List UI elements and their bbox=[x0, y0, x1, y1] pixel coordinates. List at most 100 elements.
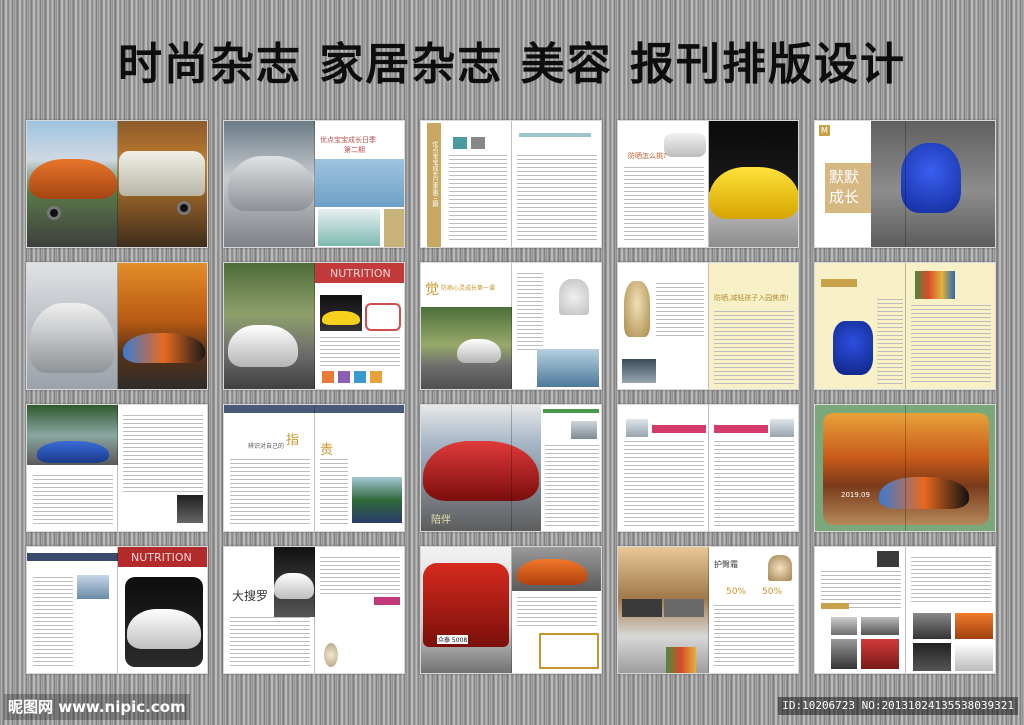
spread-heading-2: 责 bbox=[320, 443, 334, 458]
body-text bbox=[624, 167, 704, 243]
car-thumb-photo bbox=[622, 359, 656, 383]
wheel-icon bbox=[47, 206, 61, 220]
car-thumb-photo bbox=[626, 419, 648, 437]
spread-r2c4: 防晒,减轻孩子入园焦虑! bbox=[617, 262, 799, 390]
rule-bar bbox=[543, 409, 599, 413]
blue-car-shape bbox=[901, 143, 961, 213]
car-thumb-photo bbox=[861, 617, 899, 635]
site-logo[interactable]: 昵图网 www.nipic.com bbox=[4, 694, 190, 720]
body-text bbox=[320, 557, 400, 597]
spread-r4c2: 大搜罗 bbox=[223, 546, 405, 674]
body-text bbox=[230, 459, 310, 527]
body-text bbox=[911, 557, 991, 605]
body-text bbox=[656, 283, 704, 339]
lamp-photo bbox=[318, 209, 380, 246]
spread-heading: NUTRITION bbox=[330, 267, 391, 280]
issue-date: 2019.09 bbox=[841, 491, 870, 499]
spread-heading: 优点宝宝成长日季 bbox=[320, 136, 376, 144]
body-text bbox=[123, 415, 203, 495]
swatch bbox=[370, 371, 382, 383]
white-car-shape bbox=[127, 609, 201, 649]
accent-bar bbox=[384, 209, 404, 247]
spread-heading: 防晒,减轻孩子入园焦虑! bbox=[714, 294, 790, 302]
chandelier-icon bbox=[768, 555, 792, 581]
body-text bbox=[714, 441, 794, 527]
car-thumb-photo bbox=[770, 419, 794, 437]
body-text bbox=[517, 597, 597, 627]
landscape-photo bbox=[537, 349, 599, 387]
spread-heading: 指 bbox=[286, 433, 300, 448]
car-forest-photo bbox=[352, 477, 402, 523]
orange-car-shape bbox=[517, 559, 587, 585]
blue-car-photo bbox=[833, 321, 873, 375]
white-car-shape bbox=[228, 325, 298, 367]
car-thumb-photo bbox=[622, 599, 662, 617]
concept-car-shape bbox=[123, 333, 205, 363]
body-text bbox=[545, 445, 599, 527]
percent-1: 50% bbox=[726, 587, 747, 597]
car-thumb-photo bbox=[571, 421, 597, 439]
car-thumb-photo bbox=[831, 639, 857, 669]
heading-bar bbox=[652, 425, 706, 433]
lightbulb-icon bbox=[324, 643, 338, 667]
thumb-photo bbox=[453, 137, 467, 149]
body-text bbox=[33, 475, 113, 527]
blue-car-photo bbox=[315, 159, 404, 207]
car-thumb-photo bbox=[861, 639, 899, 669]
rule-bar bbox=[519, 133, 591, 137]
silver-car-shape bbox=[228, 156, 314, 211]
spread-heading: 陪伴 bbox=[431, 515, 451, 526]
white-car-shape bbox=[274, 573, 314, 599]
swatch bbox=[354, 371, 366, 383]
car-thumb-photo bbox=[955, 643, 993, 671]
wheel-icon bbox=[177, 201, 191, 215]
orange-car-shape bbox=[29, 159, 117, 199]
spread-r1c1 bbox=[26, 120, 208, 248]
yellow-car-shape bbox=[709, 167, 798, 219]
chandelier-icon bbox=[559, 279, 589, 315]
body-text bbox=[449, 155, 507, 243]
spread-r2c5 bbox=[814, 262, 996, 390]
spread-r3c2: 辨识对自己的 指 责 bbox=[223, 404, 405, 532]
spread-r3c5: 2019.09 bbox=[814, 404, 996, 532]
car-thumb-photo bbox=[913, 613, 951, 639]
body-text bbox=[230, 617, 310, 669]
spread-r3c3: 陪伴 bbox=[420, 404, 602, 532]
car-thumb-photo bbox=[955, 613, 993, 639]
product-jars-photo bbox=[666, 647, 696, 673]
spread-heading: 默默 成长 bbox=[829, 168, 860, 206]
white-suv-shape bbox=[119, 151, 205, 196]
car-thumb-photo bbox=[831, 617, 857, 635]
body-text bbox=[517, 155, 597, 243]
heading-bar bbox=[821, 603, 849, 609]
yellow-car-shape bbox=[322, 311, 360, 325]
blue-car-shape bbox=[37, 441, 109, 463]
car-thumb-photo bbox=[77, 575, 109, 599]
lamp-icon bbox=[624, 281, 650, 337]
spread-r4c4: 护臀霜 50% 50% bbox=[617, 546, 799, 674]
body-text bbox=[320, 337, 400, 367]
spread-r4c1: NUTRITION bbox=[26, 546, 208, 674]
swatch bbox=[338, 371, 350, 383]
body-text bbox=[624, 441, 704, 527]
spread-heading: 觉 bbox=[425, 282, 439, 298]
white-car-photo bbox=[664, 133, 706, 157]
swatch bbox=[322, 371, 334, 383]
heading-bar bbox=[374, 597, 400, 605]
spread-subheading: 防病心灵成长第一课 bbox=[441, 285, 496, 292]
info-table bbox=[539, 633, 599, 669]
concept-car-shape bbox=[879, 477, 969, 509]
callout-box bbox=[365, 303, 401, 331]
spread-subheading: 第二期 bbox=[344, 146, 365, 154]
spread-r3c1 bbox=[26, 404, 208, 532]
car-thumb-photo bbox=[877, 551, 899, 567]
spread-heading: 防晒怎么挑? bbox=[628, 152, 667, 160]
license-plate: 众泰 5008 bbox=[437, 635, 469, 644]
car-thumb-photo bbox=[177, 495, 203, 523]
silver-car-shape bbox=[29, 303, 115, 373]
body-text bbox=[714, 311, 794, 385]
spread-r2c1 bbox=[26, 262, 208, 390]
heading-bar bbox=[821, 279, 857, 287]
spread-heading: NUTRITION bbox=[131, 551, 192, 564]
spread-heading: 护臀霜 bbox=[714, 560, 738, 569]
